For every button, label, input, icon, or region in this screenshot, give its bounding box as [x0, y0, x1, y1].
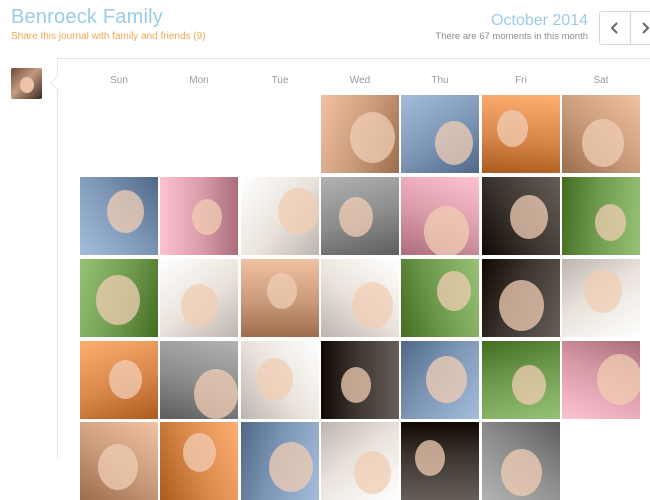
photo-subject [501, 449, 542, 496]
moment-photo[interactable] [241, 177, 319, 255]
photo-subject [107, 190, 144, 233]
moment-photo[interactable] [321, 422, 399, 500]
photo-subject [267, 273, 297, 309]
weekday-mon: Mon [159, 75, 239, 86]
moment-photo[interactable] [321, 259, 399, 337]
moment-photo[interactable] [241, 341, 319, 419]
photo-subject [424, 206, 469, 255]
weekday-tue: Tue [240, 75, 320, 86]
moment-count: There are 67 moments in this month [435, 31, 588, 42]
photo-subject [354, 451, 391, 494]
photo-subject [256, 358, 293, 401]
photo-subject [499, 280, 544, 331]
weekday-fri: Fri [481, 75, 561, 86]
photo-subject [269, 442, 313, 492]
user-avatar[interactable] [11, 68, 42, 99]
photo-subject [510, 195, 548, 239]
moment-photo[interactable] [482, 341, 560, 419]
moment-photo[interactable] [401, 422, 479, 500]
moment-photo[interactable] [562, 95, 640, 173]
photo-subject [497, 110, 528, 147]
moment-photo[interactable] [160, 177, 238, 255]
weekday-sat: Sat [561, 75, 641, 86]
moment-photo[interactable] [482, 422, 560, 500]
photo-subject [512, 365, 546, 405]
moment-photo[interactable] [160, 341, 238, 419]
photo-subject [96, 275, 140, 325]
moment-photo[interactable] [80, 177, 158, 255]
photo-subject [426, 356, 467, 403]
month-navigation [599, 11, 650, 45]
photo-subject [278, 188, 319, 235]
moment-photo[interactable] [401, 341, 479, 419]
photo-subject [582, 119, 624, 167]
weekday-wed: Wed [320, 75, 400, 86]
photo-subject [584, 269, 622, 313]
moment-photo[interactable] [401, 95, 479, 173]
photo-subject [192, 199, 222, 235]
moment-photo[interactable] [562, 259, 640, 337]
moment-photo[interactable] [321, 177, 399, 255]
moment-photo[interactable] [562, 177, 640, 255]
chevron-left-icon [610, 22, 620, 34]
next-month-button[interactable] [630, 12, 650, 44]
photo-subject [437, 271, 471, 311]
photo-subject [595, 204, 626, 241]
photo-subject [181, 284, 218, 327]
photo-subject [194, 369, 238, 419]
photo-subject [183, 433, 216, 472]
journal-title: Benroeck Family [11, 6, 163, 29]
photo-subject [339, 197, 373, 237]
moment-photo[interactable] [80, 341, 158, 419]
photo-subject [435, 121, 473, 165]
moment-photo[interactable] [80, 422, 158, 500]
moment-photo[interactable] [241, 259, 319, 337]
weekday-sun: Sun [79, 75, 159, 86]
moment-photo[interactable] [160, 422, 238, 500]
moment-photo[interactable] [401, 259, 479, 337]
share-journal-link[interactable]: Share this journal with family and frien… [11, 31, 206, 42]
chevron-right-icon [640, 22, 650, 34]
moment-photo[interactable] [241, 422, 319, 500]
moment-photo[interactable] [482, 259, 560, 337]
moment-photo[interactable] [401, 177, 479, 255]
photo-subject [352, 282, 393, 329]
moment-photo[interactable] [321, 341, 399, 419]
photo-subject [341, 367, 371, 403]
prev-month-button[interactable] [600, 12, 630, 44]
photo-subject [350, 112, 395, 163]
moment-photo[interactable] [160, 259, 238, 337]
photo-subject [597, 354, 640, 405]
photo-subject [109, 360, 142, 399]
moment-photo[interactable] [482, 95, 560, 173]
month-title: October 2014 [491, 12, 588, 30]
moment-photo[interactable] [80, 259, 158, 337]
photo-subject [415, 440, 445, 476]
moment-photo[interactable] [482, 177, 560, 255]
avatar-face [20, 77, 34, 93]
weekday-thu: Thu [400, 75, 480, 86]
moment-photo[interactable] [321, 95, 399, 173]
moment-photo[interactable] [562, 341, 640, 419]
